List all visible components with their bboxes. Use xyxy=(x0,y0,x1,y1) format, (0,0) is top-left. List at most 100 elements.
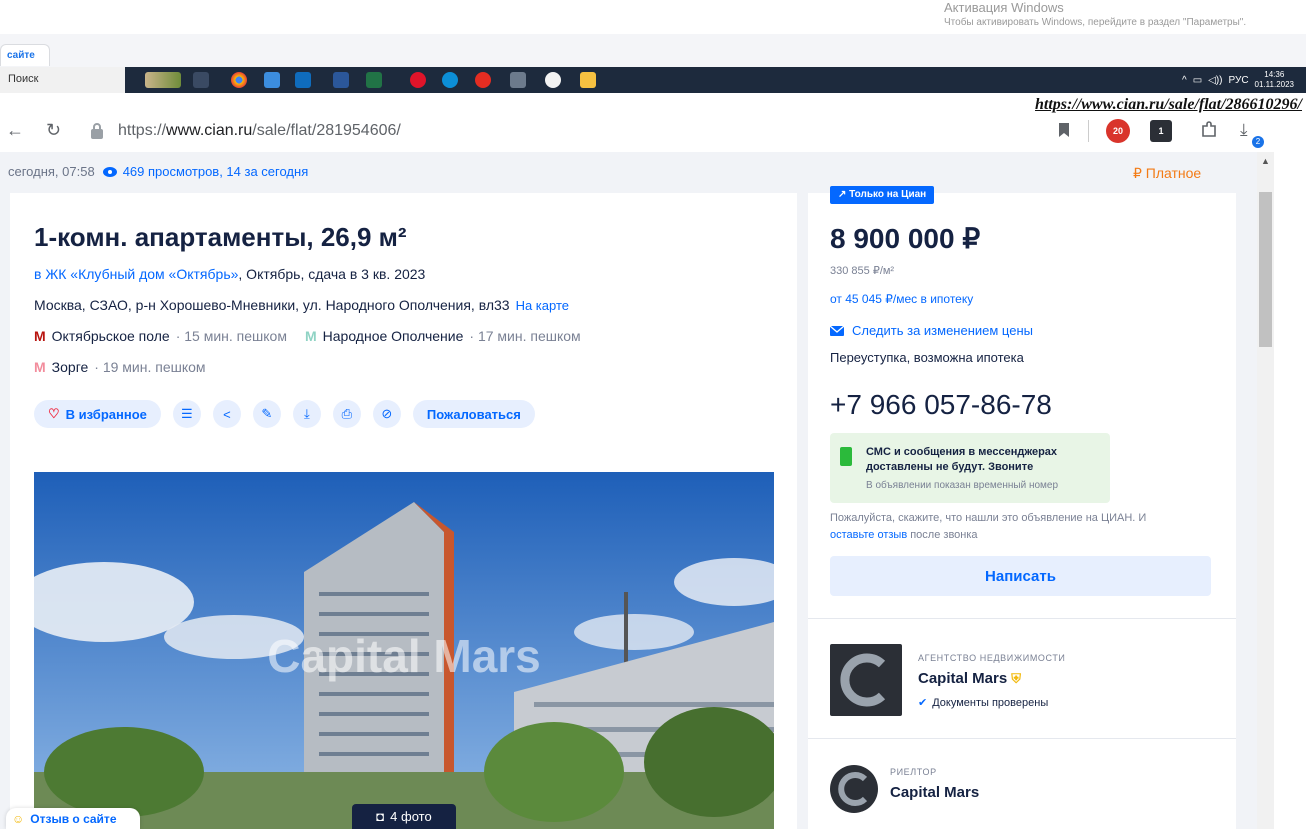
realtor-avatar[interactable] xyxy=(830,765,878,813)
list-add-icon: ☰ xyxy=(181,406,193,421)
tray-chevron-icon[interactable]: ^ xyxy=(1182,75,1187,86)
price: 8 900 000 ₽ xyxy=(830,223,981,254)
favorite-label: В избранное xyxy=(65,406,147,422)
metro-row: M Октябрьское поле · 15 мин. пешком M На… xyxy=(34,328,581,344)
network-icon[interactable]: ▭ xyxy=(1193,75,1202,86)
phone-number[interactable]: +7 966 057-86-78 xyxy=(830,389,1052,421)
heart-icon: ♡ xyxy=(48,406,60,421)
download-icon[interactable]: ⤓ xyxy=(1240,120,1248,140)
site-feedback-button[interactable]: ☺ Отзыв о сайте xyxy=(6,808,140,829)
favorite-button[interactable]: ♡ В избранное xyxy=(34,400,161,428)
complain-button[interactable]: Пожаловаться xyxy=(412,400,535,428)
listing-photo[interactable]: Capital Mars xyxy=(34,472,774,829)
sidebar-divider xyxy=(808,618,1236,619)
url-field[interactable]: https://www.cian.ru/sale/flat/281954606/ xyxy=(118,122,401,140)
print-button[interactable]: ⎙ xyxy=(332,400,361,428)
extension-mail-icon[interactable]: 20 xyxy=(1106,119,1130,143)
scrollbar-thumb[interactable] xyxy=(1259,192,1272,347)
views-counter[interactable]: 469 просмотров, 14 за сегодня xyxy=(102,164,308,179)
share-button[interactable]: < xyxy=(212,400,241,428)
complex-link[interactable]: в ЖК «Клубный дом «Октябрь» xyxy=(34,266,238,282)
sms-warning-title: СМС и сообщения в мессенджерах доставлен… xyxy=(866,446,1058,473)
yandex-browser-icon[interactable] xyxy=(545,72,561,88)
extensions-puzzle-icon[interactable] xyxy=(1200,121,1218,139)
realtor-name[interactable]: Capital Mars xyxy=(890,784,979,801)
complain-label: Пожаловаться xyxy=(426,406,521,422)
opera-icon[interactable] xyxy=(410,72,426,88)
tray-language[interactable]: РУС xyxy=(1229,75,1249,86)
photo-count-button[interactable]: ◘ 4 фото xyxy=(352,804,456,829)
sidebar-divider xyxy=(808,738,1236,739)
metro-distance: · 17 мин. пешком xyxy=(469,328,581,344)
metro-station-name[interactable]: Народное Ополчение xyxy=(323,328,464,344)
toolbar-divider xyxy=(1088,120,1089,142)
reload-icon[interactable]: ↻ xyxy=(46,120,61,141)
track-price-link[interactable]: Следить за изменением цены xyxy=(830,323,1033,338)
agency-kind: АГЕНТСТВО НЕДВИЖИМОСТИ xyxy=(918,653,1066,663)
agency-logo[interactable] xyxy=(830,644,902,716)
back-arrow-icon[interactable]: ← xyxy=(6,120,24,141)
volume-icon[interactable]: ◁)) xyxy=(1208,75,1222,86)
complex-line: в ЖК «Клубный дом «Октябрь», Октябрь, сд… xyxy=(34,266,425,282)
metro-row: M Зорге · 19 мин. пешком xyxy=(34,359,206,375)
taskbar-search[interactable]: Поиск xyxy=(0,67,125,93)
edge-icon[interactable] xyxy=(442,72,458,88)
realtor-kind: РИЕЛТОР xyxy=(890,767,937,777)
file-explorer-icon[interactable] xyxy=(580,72,596,88)
address-text: Москва, СЗАО, р-н Хорошево-Мневники, ул.… xyxy=(34,297,510,313)
paid-badge: ₽ Платное xyxy=(1133,165,1202,181)
agency-name: Capital Mars xyxy=(918,670,1008,687)
shield-badge-icon: ⛨ xyxy=(1011,670,1021,686)
docs-checked-label: Документы проверены xyxy=(932,696,1049,709)
calculator-icon[interactable] xyxy=(510,72,526,88)
mortgage-link[interactable]: от 45 045 ₽/мес в ипотеку xyxy=(830,292,973,306)
compare-list-button[interactable]: ☰ xyxy=(172,400,201,428)
lock-icon[interactable] xyxy=(90,123,104,139)
mail-icon[interactable] xyxy=(295,72,311,88)
printer-icon: ⎙ xyxy=(341,406,353,421)
metro-distance: · 19 мин. пешком xyxy=(94,359,206,375)
hide-eye-icon: ⊘ xyxy=(381,406,393,421)
deal-type: Переуступка, возможна ипотека xyxy=(830,350,1024,365)
taskbar-widgets-icon[interactable] xyxy=(145,72,181,88)
agency-name-link[interactable]: Capital Mars ⛨ xyxy=(918,670,1021,687)
listing-title: 1-комн. апартаменты, 26,9 м² xyxy=(34,222,407,252)
excel-icon[interactable] xyxy=(366,72,382,88)
download-icon: ⤓ xyxy=(304,406,310,421)
tray-clock[interactable]: 14:36 01.11.2023 xyxy=(1255,70,1294,90)
pencil-icon: ✎ xyxy=(261,406,273,421)
windows-taskbar: Поиск ^ ▭ ◁)) РУС 14:36 01.11.2023 xyxy=(0,67,1306,93)
system-tray: ^ ▭ ◁)) РУС 14:36 01.11.2023 xyxy=(1182,70,1294,90)
photo-watermark: Capital Mars xyxy=(267,630,541,682)
write-message-button[interactable]: Написать xyxy=(830,556,1211,596)
yandex-icon[interactable] xyxy=(475,72,491,88)
download-pdf-button[interactable]: ⤓ xyxy=(292,400,321,428)
store-icon[interactable] xyxy=(264,72,280,88)
scroll-up-arrow-icon[interactable]: ▲ xyxy=(1261,156,1270,166)
chrome-icon[interactable] xyxy=(231,72,247,88)
windows-activation-notice: Активация Windows Чтобы активировать Win… xyxy=(944,0,1306,34)
task-view-icon[interactable] xyxy=(193,72,209,88)
extension-calendar-icon[interactable]: 1 xyxy=(1150,120,1172,142)
word-icon[interactable] xyxy=(333,72,349,88)
map-link[interactable]: На карте xyxy=(516,298,569,313)
activation-subtitle: Чтобы активировать Windows, перейдите в … xyxy=(944,17,1247,28)
note-button[interactable]: ✎ xyxy=(252,400,281,428)
smile-icon: ☺ xyxy=(12,811,25,826)
bookmark-icon[interactable] xyxy=(1058,122,1070,138)
exclusive-badge: ↗ Только на Циан xyxy=(830,186,935,204)
browser-tabstrip xyxy=(0,34,1306,67)
complex-details: , Октябрь, сдача в 3 кв. 2023 xyxy=(238,266,426,282)
browser-tab[interactable]: сайте xyxy=(0,44,50,66)
review-link[interactable]: оставьте отзыв xyxy=(830,529,907,541)
tray-date: 01.11.2023 xyxy=(1254,80,1294,89)
photo-count-label: 4 фото xyxy=(390,809,432,824)
hide-button[interactable]: ⊘ xyxy=(372,400,401,428)
metro-station-name[interactable]: Октябрьское поле xyxy=(52,328,170,344)
metro-icon: M xyxy=(34,359,46,375)
capital-mars-logo-icon xyxy=(838,772,868,806)
metro-icon: M xyxy=(304,328,317,344)
published-date: сегодня, 07:58 xyxy=(8,164,95,179)
metro-station-name[interactable]: Зорге xyxy=(52,359,89,375)
activation-title: Активация Windows xyxy=(944,0,1064,15)
